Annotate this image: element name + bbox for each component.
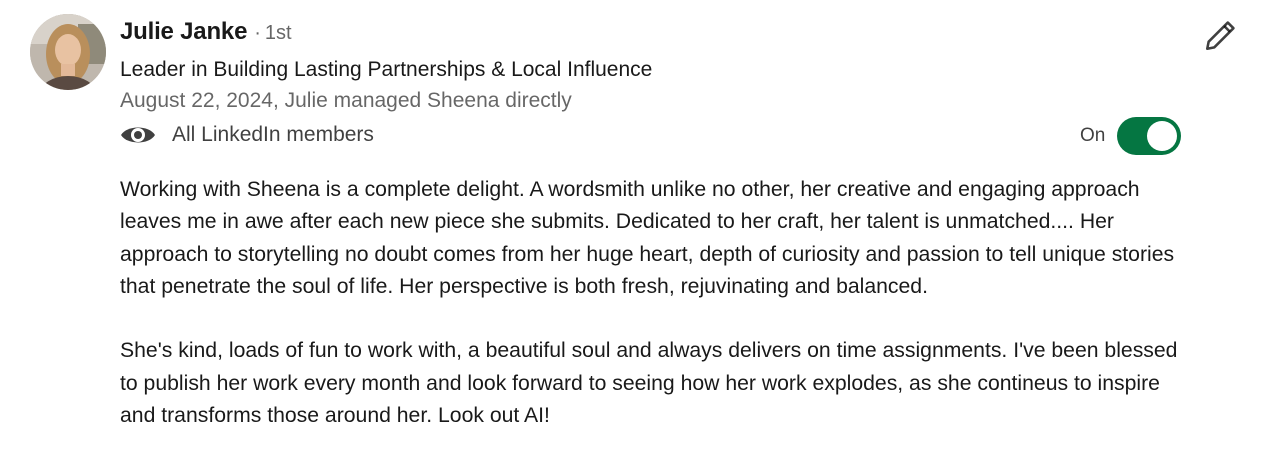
recommendation-card: Julie Janke · 1st Leader in Building Las… [0, 0, 1272, 467]
toggle-knob [1147, 121, 1178, 151]
author-name-row: Julie Janke · 1st [120, 18, 1120, 50]
connection-degree: 1st [264, 22, 292, 44]
recommendation-paragraph: She's kind, loads of fun to work with, a… [120, 339, 1178, 428]
visibility-label: All LinkedIn members [172, 123, 374, 146]
eye-icon [120, 123, 156, 147]
author-name[interactable]: Julie Janke [120, 18, 247, 46]
author-avatar[interactable] [30, 14, 106, 90]
recommendation-header: Julie Janke · 1st Leader in Building Las… [120, 18, 1120, 116]
visibility-toggle-group: On [1080, 117, 1182, 155]
visibility-toggle[interactable] [1117, 117, 1182, 155]
profile-photo-icon [30, 14, 106, 90]
pencil-icon [1205, 21, 1235, 51]
degree-separator: · [254, 22, 261, 44]
author-headline: Leader in Building Lasting Partnerships … [120, 58, 653, 81]
recommendation-text: Working with Sheena is a complete deligh… [120, 174, 1200, 432]
toggle-state-label: On [1080, 125, 1106, 146]
recommendation-meta: August 22, 2024, Julie managed Sheena di… [120, 89, 572, 112]
edit-button[interactable] [1200, 16, 1240, 56]
recommendation-paragraph: Working with Sheena is a complete deligh… [120, 178, 1175, 298]
visibility-setting: All LinkedIn members [120, 118, 374, 152]
